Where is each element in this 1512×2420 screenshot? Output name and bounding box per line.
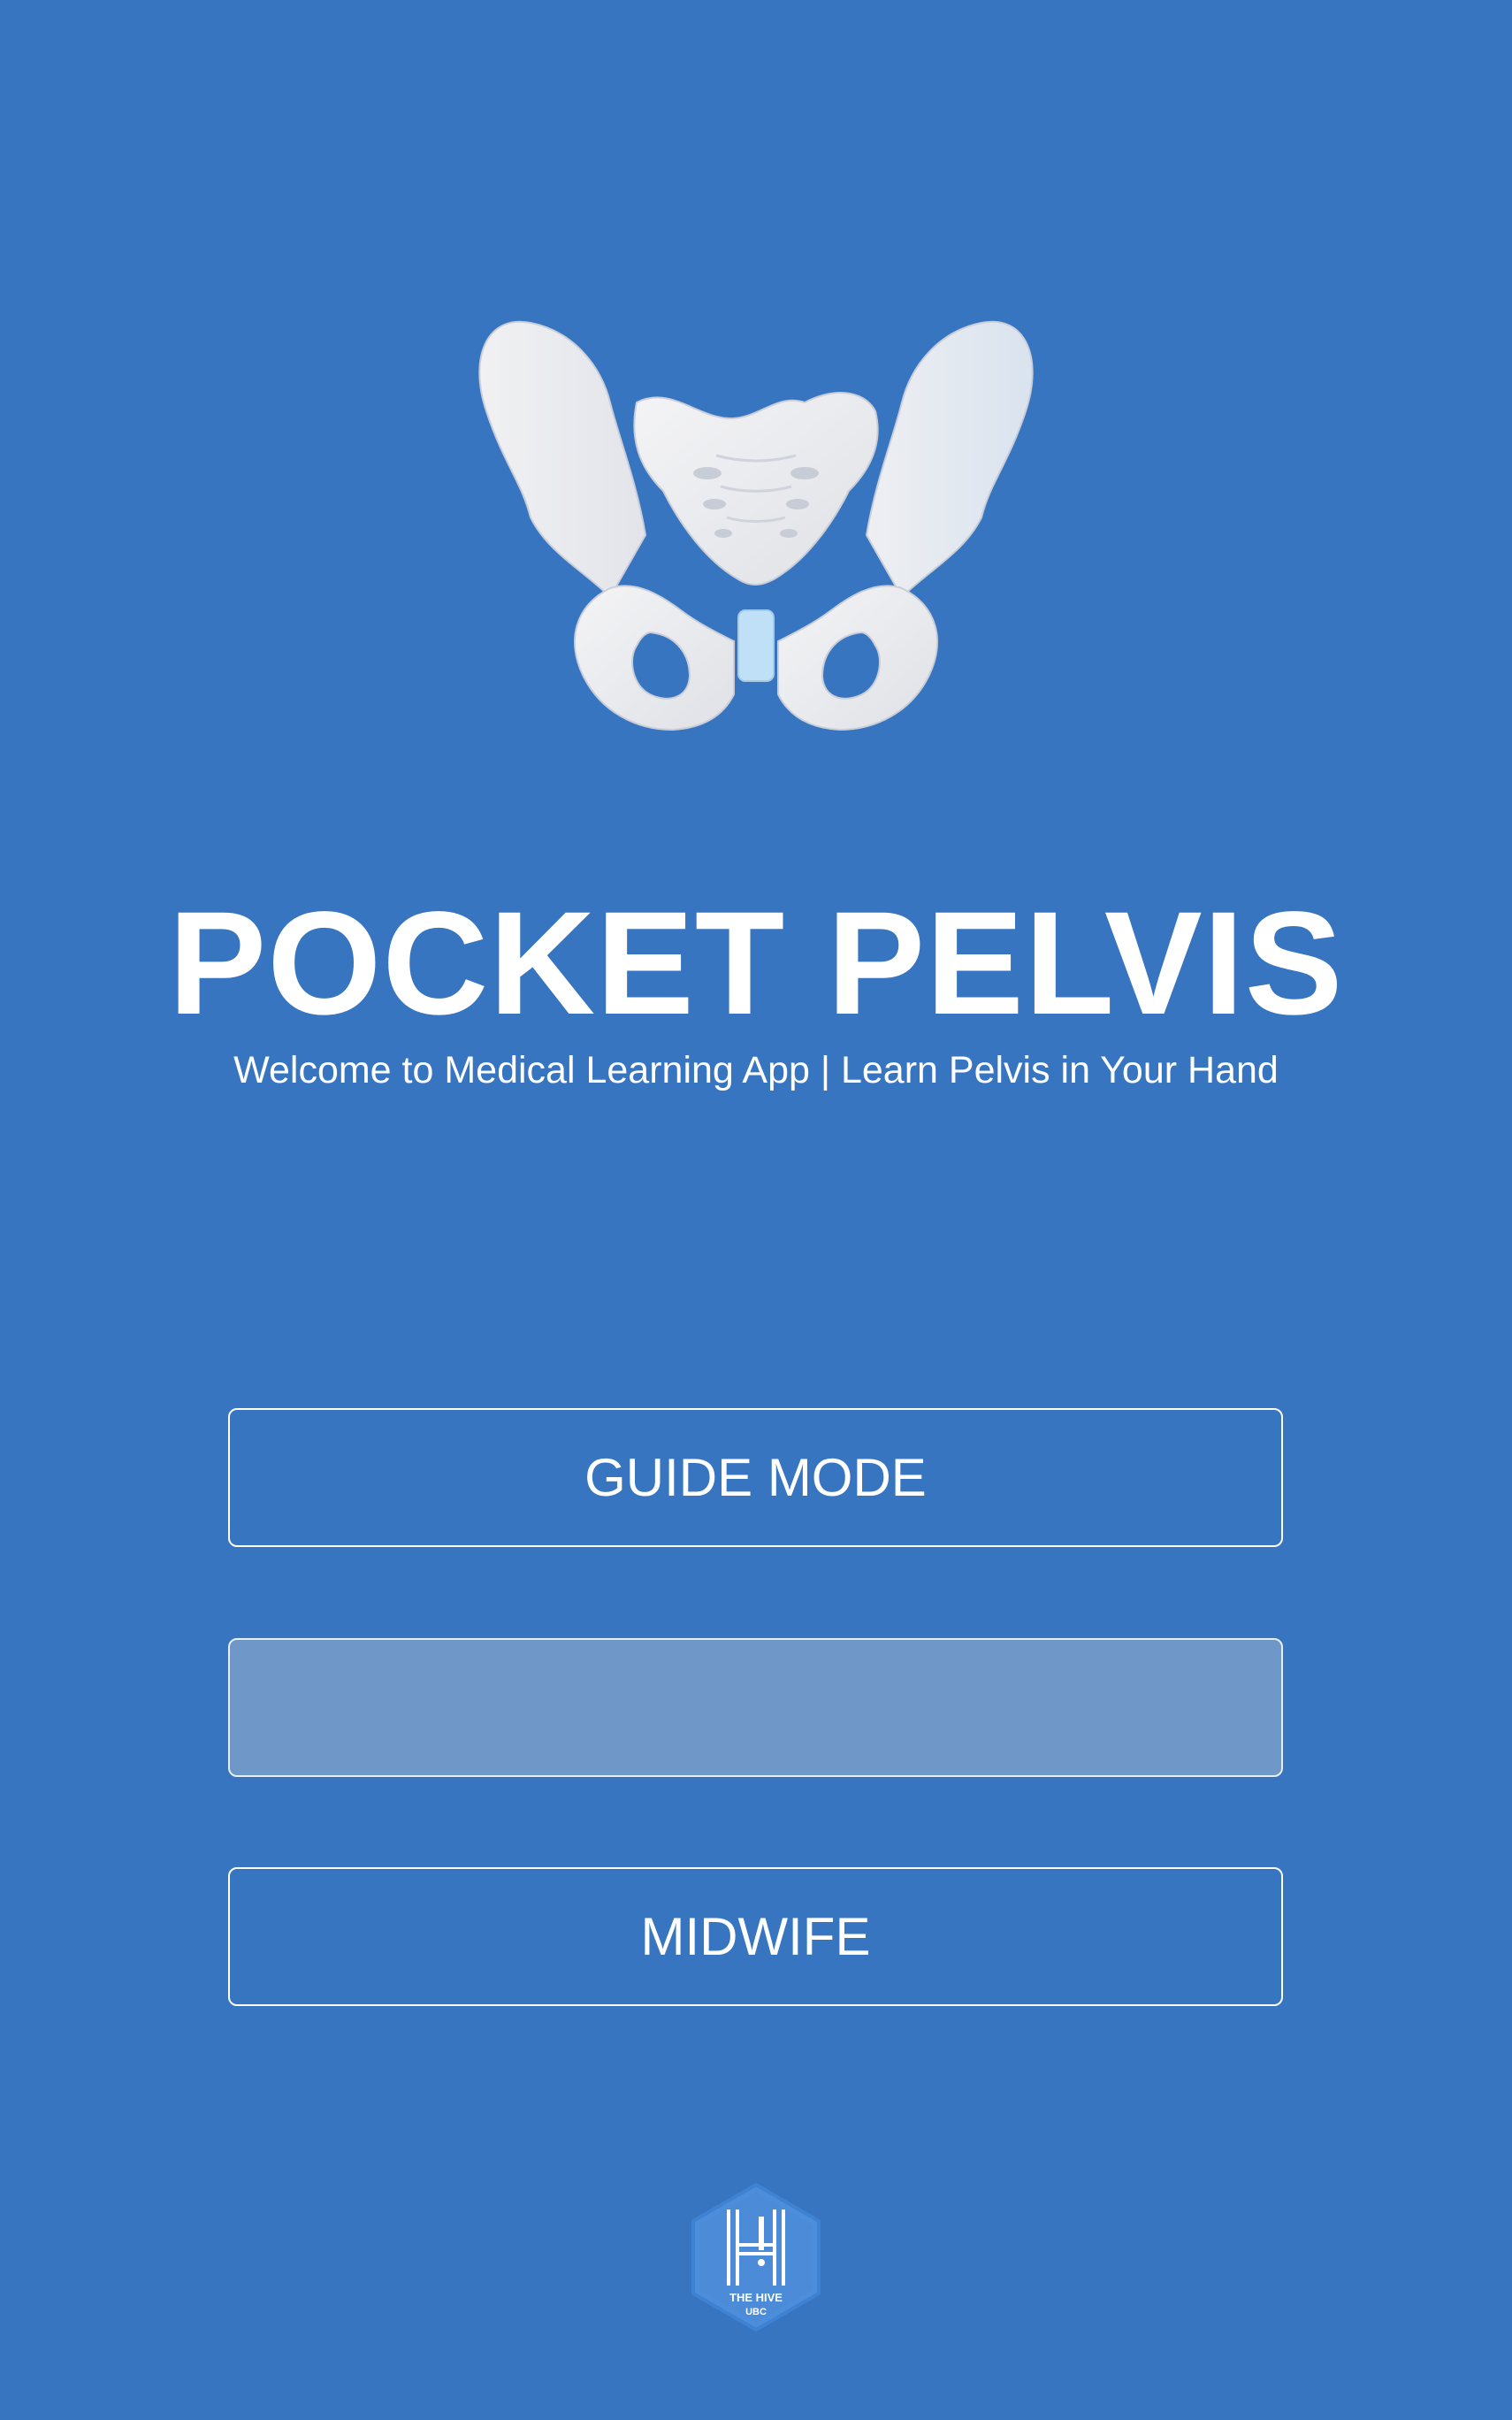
- app-title: POCKET PELVIS: [168, 882, 1344, 1045]
- hive-logo-sub: UBC: [745, 2307, 767, 2317]
- app-subtitle: Welcome to Medical Learning App | Learn …: [233, 1049, 1279, 1091]
- hive-logo-name: THE HIVE: [729, 2291, 783, 2304]
- guide-mode-button[interactable]: GUIDE MODE: [228, 1408, 1283, 1547]
- hive-logo-icon: THE HIVE UBC: [691, 2182, 821, 2332]
- disabled-mode-button[interactable]: [228, 1638, 1283, 1777]
- midwife-button[interactable]: MIDWIFE: [228, 1867, 1283, 2006]
- pelvis-icon: [478, 320, 1034, 731]
